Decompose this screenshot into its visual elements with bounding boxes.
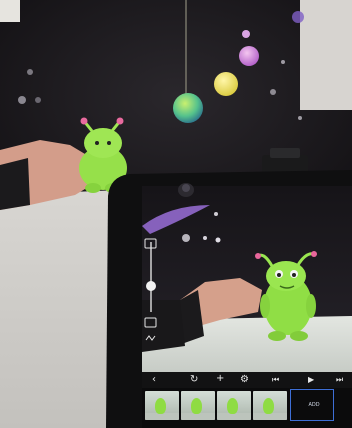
green-planet [173, 93, 203, 123]
add-icon[interactable]: + [216, 374, 224, 384]
focus-slider-handle[interactable] [146, 281, 156, 291]
timeline-frame[interactable] [253, 391, 287, 420]
gear-icon[interactable]: ⚙ [240, 375, 249, 385]
scene-artwork [0, 0, 352, 428]
yellow-planet [214, 72, 238, 96]
timeline-frame[interactable] [181, 391, 215, 420]
play-icon[interactable]: ▶ [308, 376, 314, 384]
photo-scene: ‹ ↻ + ⚙ ⏮ ▶ ⏭ ADD [0, 0, 352, 428]
skip-back-icon[interactable]: ⏮ [272, 376, 279, 384]
skip-forward-icon[interactable]: ⏭ [336, 376, 343, 384]
sync-icon[interactable]: ↻ [190, 375, 198, 385]
timeline-caption: ADD [308, 402, 320, 408]
timeline-frame[interactable] [217, 391, 251, 420]
pink-planet [239, 46, 259, 66]
back-icon[interactable]: ‹ [152, 375, 156, 385]
timeline-frame[interactable] [145, 391, 179, 420]
